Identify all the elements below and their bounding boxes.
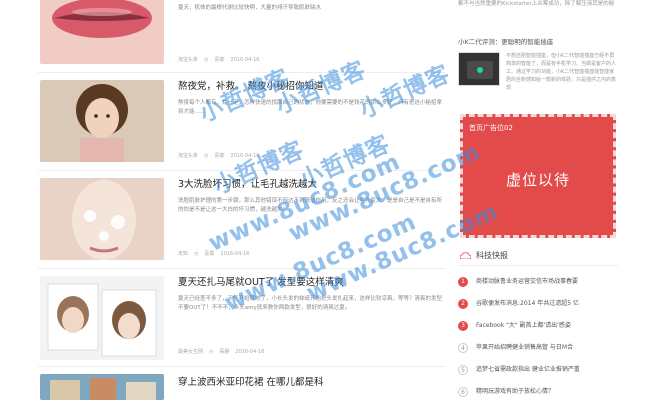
divider — [38, 366, 446, 367]
article-thumbnail-hairstyle[interactable] — [40, 276, 164, 360]
article-date: 2016-04-16 — [230, 57, 260, 63]
article-thumbnail-girl[interactable] — [40, 80, 164, 172]
article-meta: 淘宝头条 ◷ 喜葵 2016-04-16 — [178, 152, 265, 160]
article-category[interactable]: 最美女生网 — [178, 349, 203, 355]
article-list: 夏天，机体的最根代谢比较快啊，大量的排汗导致肌肤缺水 淘宝头条 ◷ 喜葵 2016-0… — [38, 0, 446, 400]
news-link[interactable]: Facebook "大" 副首上都'请出'感姿 — [476, 322, 571, 329]
article-thumbnail-face-wash[interactable] — [40, 178, 164, 260]
news-item[interactable]: 2 谷歌便发布消息:2014 年共过滤超5 亿 — [458, 298, 618, 312]
rank-badge: 2 — [458, 298, 468, 309]
article-author[interactable]: 毒磐 — [219, 349, 229, 355]
news-item[interactable]: 5 追梦七省需政款指出 健业亿业推销严重 — [458, 364, 618, 378]
article-category[interactable]: 淘宝头条 — [178, 57, 198, 63]
tech-news-header: 科技快报 — [458, 248, 618, 266]
article-excerpt: 夏天，机体的最根代谢比较快啊，大量的排汗导致肌肤缺水 — [178, 5, 322, 11]
divider — [38, 170, 446, 171]
article-thumbnail-dress[interactable] — [40, 374, 164, 400]
article-excerpt: 夏天已经差不多了，天气开始转热了，小长头发的妹纸开始把头发扎起来，这样比较凉爽，… — [178, 296, 443, 311]
rank-badge: 6 — [458, 386, 468, 397]
article-meta: 最美女生网 ◷ 毒磐 2016-04-16 — [178, 348, 270, 356]
ad-placeholder-text: 虚位以待 — [505, 171, 570, 189]
clock-icon: ◷ — [204, 153, 209, 159]
sidebar-snippet: 都不与当然重要的Kickstarter上众筹成功，除了解压液其是的秘 — [458, 1, 615, 7]
clock-icon: ◷ — [209, 349, 214, 355]
article-meta: 淘宝头条 ◷ 喜葵 2016-04-16 — [178, 56, 265, 64]
page: 夏天，机体的最根代谢比较快啊，大量的排汗导致肌肤缺水 淘宝头条 ◷ 喜葵 2016-0… — [0, 0, 660, 400]
news-link[interactable]: 苹果开始招聘健业销售高管 与日M合 — [476, 344, 573, 351]
news-link[interactable]: 精明玩游戏有助于放松心情？ — [476, 388, 554, 395]
ad-slot[interactable]: 首页广告位02 虚位以待 — [460, 114, 616, 238]
article-title[interactable]: 穿上波西米亚印花裙 在哪儿都是科 — [178, 376, 446, 389]
article-date: 2016-04-16 — [230, 153, 260, 159]
article-excerpt: 熬夜每个人都有，并一定，怎样快速的找回自己的状态，你要需要的不是钱花的那么多好，… — [178, 100, 443, 115]
news-link[interactable]: 追梦七省需政款指出 健业亿业推销严重 — [476, 366, 580, 373]
clock-icon: ◷ — [204, 57, 209, 63]
article-category[interactable]: 未知 — [178, 251, 188, 257]
news-item[interactable]: 6 精明玩游戏有助于放松心情？ — [458, 386, 618, 400]
article-category[interactable]: 淘宝头条 — [178, 153, 198, 159]
article-author[interactable]: 喜葵 — [214, 57, 224, 63]
rank-badge: 4 — [458, 342, 468, 353]
sidebar-post-title[interactable]: 小K二代评测：更聪明的智能插座 — [458, 36, 553, 46]
article-date: 2016-04-16 — [235, 349, 265, 355]
news-item[interactable]: 3 Facebook "大" 副首上都'请出'感姿 — [458, 320, 618, 334]
article-excerpt: 洗脸肌肤护理的第一步骤，那么其他错误不但达不到清洁作用，反之还会让毛孔变大，是是… — [178, 198, 443, 213]
article-author[interactable]: 喜葵 — [214, 153, 224, 159]
sidebar-post-excerpt: 不想还刚智能插座，但小K二代智能插座已经不再简单的智能了，而是有手机学习、当做是… — [506, 53, 617, 91]
article-title[interactable]: 熬夜党，补救。 熬夜小秘招你知道 — [178, 80, 446, 93]
sidebar: 都不与当然重要的Kickstarter上众筹成功，除了解压液其是的秘 小K二代评… — [458, 0, 620, 400]
sidebar-post-thumbnail[interactable] — [458, 52, 500, 86]
article-thumbnail-lips[interactable] — [40, 0, 164, 64]
news-item[interactable]: 1 商楼动脉鲁业务运营交信市场战事春要 — [458, 276, 618, 290]
cloud-icon — [460, 252, 471, 259]
rank-badge: 1 — [458, 276, 468, 287]
divider — [38, 268, 446, 269]
article-title[interactable]: 夏天还扎马尾就OUT了 发型要这样清爽 — [178, 276, 446, 289]
article-author[interactable]: 喜葵 — [204, 251, 214, 257]
clock-icon: ◷ — [194, 251, 199, 257]
news-link[interactable]: 商楼动脉鲁业务运营交信市场战事春要 — [476, 278, 578, 285]
article-title[interactable]: 3大洗脸坏习惯，让毛孔越洗越大 — [178, 178, 446, 191]
ad-label: 首页广告位02 — [469, 124, 513, 132]
divider — [38, 72, 446, 73]
rank-badge: 3 — [458, 320, 468, 331]
tech-news-title: 科技快报 — [476, 251, 508, 260]
news-item[interactable]: 4 苹果开始招聘健业销售高管 与日M合 — [458, 342, 618, 356]
article-meta: 未知 ◷ 喜葵 2016-04-16 — [178, 250, 255, 258]
article-date: 2016-04-16 — [220, 251, 250, 257]
news-link[interactable]: 谷歌便发布消息:2014 年共过滤超5 亿 — [476, 300, 579, 307]
rank-badge: 5 — [458, 364, 468, 375]
